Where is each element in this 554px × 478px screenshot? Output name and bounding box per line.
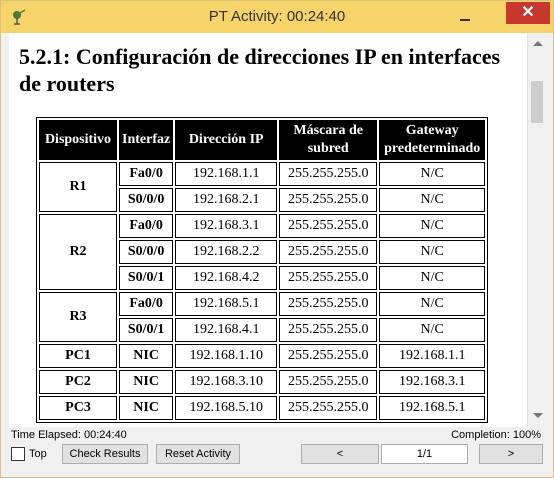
header-gateway: Gateway predeterminado bbox=[379, 120, 486, 160]
gateway-cell: N/C bbox=[379, 214, 486, 238]
top-label: Top bbox=[29, 448, 47, 460]
gateway-cell: N/C bbox=[379, 188, 486, 212]
previous-page-button[interactable]: < bbox=[301, 444, 379, 464]
interface-cell: NIC bbox=[119, 344, 174, 368]
device-cell: PC2 bbox=[39, 370, 117, 394]
interface-cell: NIC bbox=[119, 370, 174, 394]
completion-status: Completion: 100% bbox=[451, 429, 541, 441]
mask-cell: 255.255.255.0 bbox=[279, 292, 378, 316]
mask-cell: 255.255.255.0 bbox=[279, 344, 378, 368]
pt-activity-window: PT Activity: 00:24:40 ✕ 5.2.1: Configura… bbox=[0, 0, 554, 478]
interface-cell: Fa0/0 bbox=[119, 214, 174, 238]
mask-cell: 255.255.255.0 bbox=[279, 318, 378, 342]
vertical-scrollbar[interactable] bbox=[527, 33, 547, 427]
top-checkbox[interactable] bbox=[11, 447, 25, 461]
interface-cell: S0/0/0 bbox=[119, 240, 174, 264]
gateway-cell: 192.168.1.1 bbox=[379, 344, 486, 368]
gateway-cell: N/C bbox=[379, 292, 486, 316]
mask-cell: 255.255.255.0 bbox=[279, 240, 378, 264]
ip-cell: 192.168.5.1 bbox=[175, 292, 278, 316]
table-header-row: Dispositivo Interfaz Dirección IP Máscar… bbox=[39, 120, 486, 160]
device-cell: R1 bbox=[39, 162, 117, 212]
device-cell: PC1 bbox=[39, 344, 117, 368]
gateway-cell: N/C bbox=[379, 266, 486, 290]
ip-cell: 192.168.4.1 bbox=[175, 318, 278, 342]
header-ip: Dirección IP bbox=[175, 120, 278, 160]
mask-cell: 255.255.255.0 bbox=[279, 188, 378, 212]
interface-cell: Fa0/0 bbox=[119, 162, 174, 186]
ip-cell: 192.168.4.2 bbox=[175, 266, 278, 290]
gateway-cell: N/C bbox=[379, 240, 486, 264]
ip-cell: 192.168.3.1 bbox=[175, 214, 278, 238]
page-title: 5.2.1: Configuración de direcciones IP e… bbox=[19, 44, 501, 96]
gateway-cell: N/C bbox=[379, 318, 486, 342]
close-icon[interactable]: ✕ bbox=[506, 2, 550, 24]
check-results-button[interactable]: Check Results bbox=[62, 444, 148, 464]
table-row: R2 Fa0/0 192.168.3.1 255.255.255.0 N/C bbox=[39, 214, 486, 290]
minimize-icon[interactable] bbox=[453, 9, 477, 25]
ip-cell: 192.168.2.2 bbox=[175, 240, 278, 264]
reset-activity-button[interactable]: Reset Activity bbox=[156, 444, 240, 464]
mask-cell: 255.255.255.0 bbox=[279, 266, 378, 290]
table-row: PC1 NIC 192.168.1.10 255.255.255.0 192.1… bbox=[39, 344, 486, 368]
interface-cell: NIC bbox=[119, 396, 174, 420]
addressing-table: Dispositivo Interfaz Dirección IP Máscar… bbox=[36, 117, 489, 423]
gateway-cell: 192.168.5.1 bbox=[379, 396, 486, 420]
ip-cell: 192.168.2.1 bbox=[175, 188, 278, 212]
table-row: PC2 NIC 192.168.3.10 255.255.255.0 192.1… bbox=[39, 370, 486, 394]
scroll-down-arrow-icon[interactable] bbox=[528, 409, 547, 423]
header-interfaz: Interfaz bbox=[119, 120, 174, 160]
scroll-thumb[interactable] bbox=[531, 81, 543, 123]
device-cell: R2 bbox=[39, 214, 117, 290]
ip-cell: 192.168.5.10 bbox=[175, 396, 278, 420]
title-bar[interactable]: PT Activity: 00:24:40 ✕ bbox=[1, 1, 553, 33]
gateway-cell: N/C bbox=[379, 162, 486, 186]
ip-cell: 192.168.1.10 bbox=[175, 344, 278, 368]
table-row: R3 Fa0/0 192.168.5.1 255.255.255.0 N/C bbox=[39, 292, 486, 342]
mask-cell: 255.255.255.0 bbox=[279, 370, 378, 394]
mask-cell: 255.255.255.0 bbox=[279, 162, 378, 186]
ip-cell: 192.168.1.1 bbox=[175, 162, 278, 186]
table-row: PC3 NIC 192.168.5.10 255.255.255.0 192.1… bbox=[39, 396, 486, 420]
page-indicator: 1/1 bbox=[381, 444, 468, 464]
ip-cell: 192.168.3.10 bbox=[175, 370, 278, 394]
activity-content: 5.2.1: Configuración de direcciones IP e… bbox=[9, 33, 527, 427]
mask-cell: 255.255.255.0 bbox=[279, 396, 378, 420]
device-cell: PC3 bbox=[39, 396, 117, 420]
gateway-cell: 192.168.3.1 bbox=[379, 370, 486, 394]
time-elapsed: Time Elapsed: 00:24:40 bbox=[11, 429, 127, 441]
next-page-button[interactable]: > bbox=[479, 444, 543, 464]
header-dispositivo: Dispositivo bbox=[39, 120, 117, 160]
table-row: R1 Fa0/0 192.168.1.1 255.255.255.0 N/C bbox=[39, 162, 486, 212]
scroll-up-arrow-icon[interactable] bbox=[528, 37, 547, 51]
interface-cell: Fa0/0 bbox=[119, 292, 174, 316]
interface-cell: S0/0/1 bbox=[119, 318, 174, 342]
mask-cell: 255.255.255.0 bbox=[279, 214, 378, 238]
interface-cell: S0/0/0 bbox=[119, 188, 174, 212]
header-mask: Máscara de subred bbox=[279, 120, 378, 160]
device-cell: R3 bbox=[39, 292, 117, 342]
interface-cell: S0/0/1 bbox=[119, 266, 174, 290]
